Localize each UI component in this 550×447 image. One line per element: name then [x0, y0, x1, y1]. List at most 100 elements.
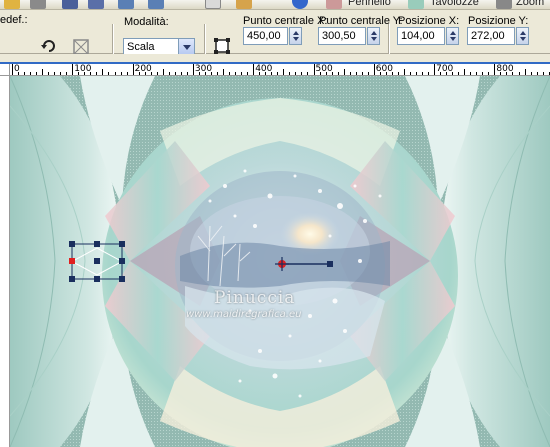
center-x-value: 450,00: [247, 30, 281, 42]
center-x-input[interactable]: 450,00: [243, 27, 288, 45]
ruler-tick: [144, 72, 146, 75]
ruler-tick: [186, 72, 188, 75]
center-y-stepper[interactable]: [367, 27, 380, 45]
reset-icon[interactable]: [40, 37, 58, 55]
palette-icon[interactable]: [408, 0, 424, 9]
ruler-corner: [0, 64, 10, 76]
ruler-tick: [277, 72, 279, 75]
ruler-tick: [494, 64, 496, 75]
ruler-tick: [204, 72, 206, 75]
toolbar-label-brush[interactable]: Pennello: [348, 0, 391, 8]
help-icon[interactable]: [292, 0, 308, 9]
position-x-label: Posizione X:: [398, 15, 460, 27]
vertical-ruler: [0, 76, 10, 447]
undo-icon[interactable]: [118, 0, 134, 9]
ruler-tick: [90, 72, 92, 75]
ruler-tick: [223, 69, 225, 75]
watermark: Pinuccia www.maidiregrafica.eu: [186, 288, 301, 320]
ruler-label: 700: [436, 64, 454, 74]
ruler-tick: [30, 72, 32, 75]
ruler-tick: [319, 72, 321, 75]
mode-label: Modalità:: [124, 16, 169, 28]
ruler-tick: [301, 72, 303, 75]
ruler-tick: [313, 64, 315, 75]
ruler-tick: [229, 72, 231, 75]
save-icon[interactable]: [62, 0, 78, 9]
ruler-tick: [452, 72, 454, 75]
ruler-tick: [174, 72, 176, 75]
ruler-tick: [488, 72, 490, 75]
preset-label: edef.:: [0, 14, 28, 26]
watermark-name: Pinuccia: [214, 288, 296, 308]
separator: [204, 24, 205, 58]
ruler-tick: [235, 72, 237, 75]
center-y-value: 300,50: [322, 30, 356, 42]
image-canvas[interactable]: Pinuccia www.maidiregrafica.eu: [10, 76, 550, 447]
position-x-value: 104,00: [401, 30, 435, 42]
ruler-tick: [72, 64, 74, 75]
toolbar-label-palettes[interactable]: Tavolozze: [430, 0, 479, 8]
ruler-tick: [210, 72, 212, 75]
position-y-input[interactable]: 272,00: [467, 27, 515, 45]
ruler-tick: [289, 72, 291, 75]
eraser-icon[interactable]: [30, 0, 46, 9]
center-y-input[interactable]: 300,50: [318, 27, 366, 45]
ruler-tick: [18, 72, 20, 75]
ruler-tick: [524, 69, 526, 75]
ruler-label: 600: [375, 64, 393, 74]
ruler-tick: [428, 72, 430, 75]
center-y-label: Punto centrale Y:: [319, 15, 403, 27]
ruler-tick: [385, 72, 387, 75]
ruler-tick: [253, 64, 255, 75]
watermark-url: www.maidiregrafica.eu: [186, 309, 302, 320]
ruler-tick: [150, 72, 152, 75]
ruler-tick: [379, 72, 381, 75]
ruler-tick: [440, 72, 442, 75]
ruler-tick: [482, 72, 484, 75]
ruler-tick: [367, 72, 369, 75]
ruler-tick: [217, 72, 219, 75]
position-y-stepper[interactable]: [516, 27, 529, 45]
center-x-stepper[interactable]: [289, 27, 302, 45]
pick-mode-icon[interactable]: [213, 37, 231, 55]
ruler-tick: [518, 72, 520, 75]
ruler-tick: [48, 72, 50, 75]
ruler-tick: [265, 72, 267, 75]
copy-icon[interactable]: [205, 0, 221, 9]
ruler-tick: [24, 72, 26, 75]
ruler-tick: [506, 72, 508, 75]
ruler-label: 400: [255, 64, 273, 74]
save-as-icon[interactable]: [88, 0, 104, 9]
ruler-tick: [120, 72, 122, 75]
ruler-tick: [512, 72, 514, 75]
ruler-tick: [361, 72, 363, 75]
brush-icon[interactable]: [326, 0, 342, 9]
position-x-input[interactable]: 104,00: [397, 27, 445, 45]
canvas-artwork: [10, 76, 550, 447]
ruler-tick: [470, 72, 472, 75]
toolbar-label-zoom[interactable]: Zoom: [516, 0, 544, 8]
ruler-tick: [114, 72, 116, 75]
ruler-tick: [500, 72, 502, 75]
ruler-tick: [355, 72, 357, 75]
main-toolbar: Pennello Tavolozze Zoom: [0, 0, 550, 10]
ruler-tick: [102, 69, 104, 75]
position-x-stepper[interactable]: [446, 27, 459, 45]
ruler-tick: [325, 72, 327, 75]
ruler-tick: [66, 72, 68, 75]
ruler-tick: [60, 72, 62, 75]
ruler-tick: [84, 72, 86, 75]
ruler-tick: [42, 69, 44, 75]
ruler-tick: [403, 69, 405, 75]
ruler-tick: [434, 64, 436, 75]
zoom-icon[interactable]: [496, 0, 512, 9]
paste-icon[interactable]: [236, 0, 252, 9]
folder-icon[interactable]: [4, 0, 20, 9]
redo-icon[interactable]: [148, 0, 164, 9]
ruler-tick: [96, 72, 98, 75]
ruler-tick: [108, 72, 110, 75]
ruler-tick: [373, 64, 375, 75]
mode-select-value: Scala: [127, 41, 155, 53]
ruler-tick: [397, 72, 399, 75]
ruler-tick: [36, 72, 38, 75]
